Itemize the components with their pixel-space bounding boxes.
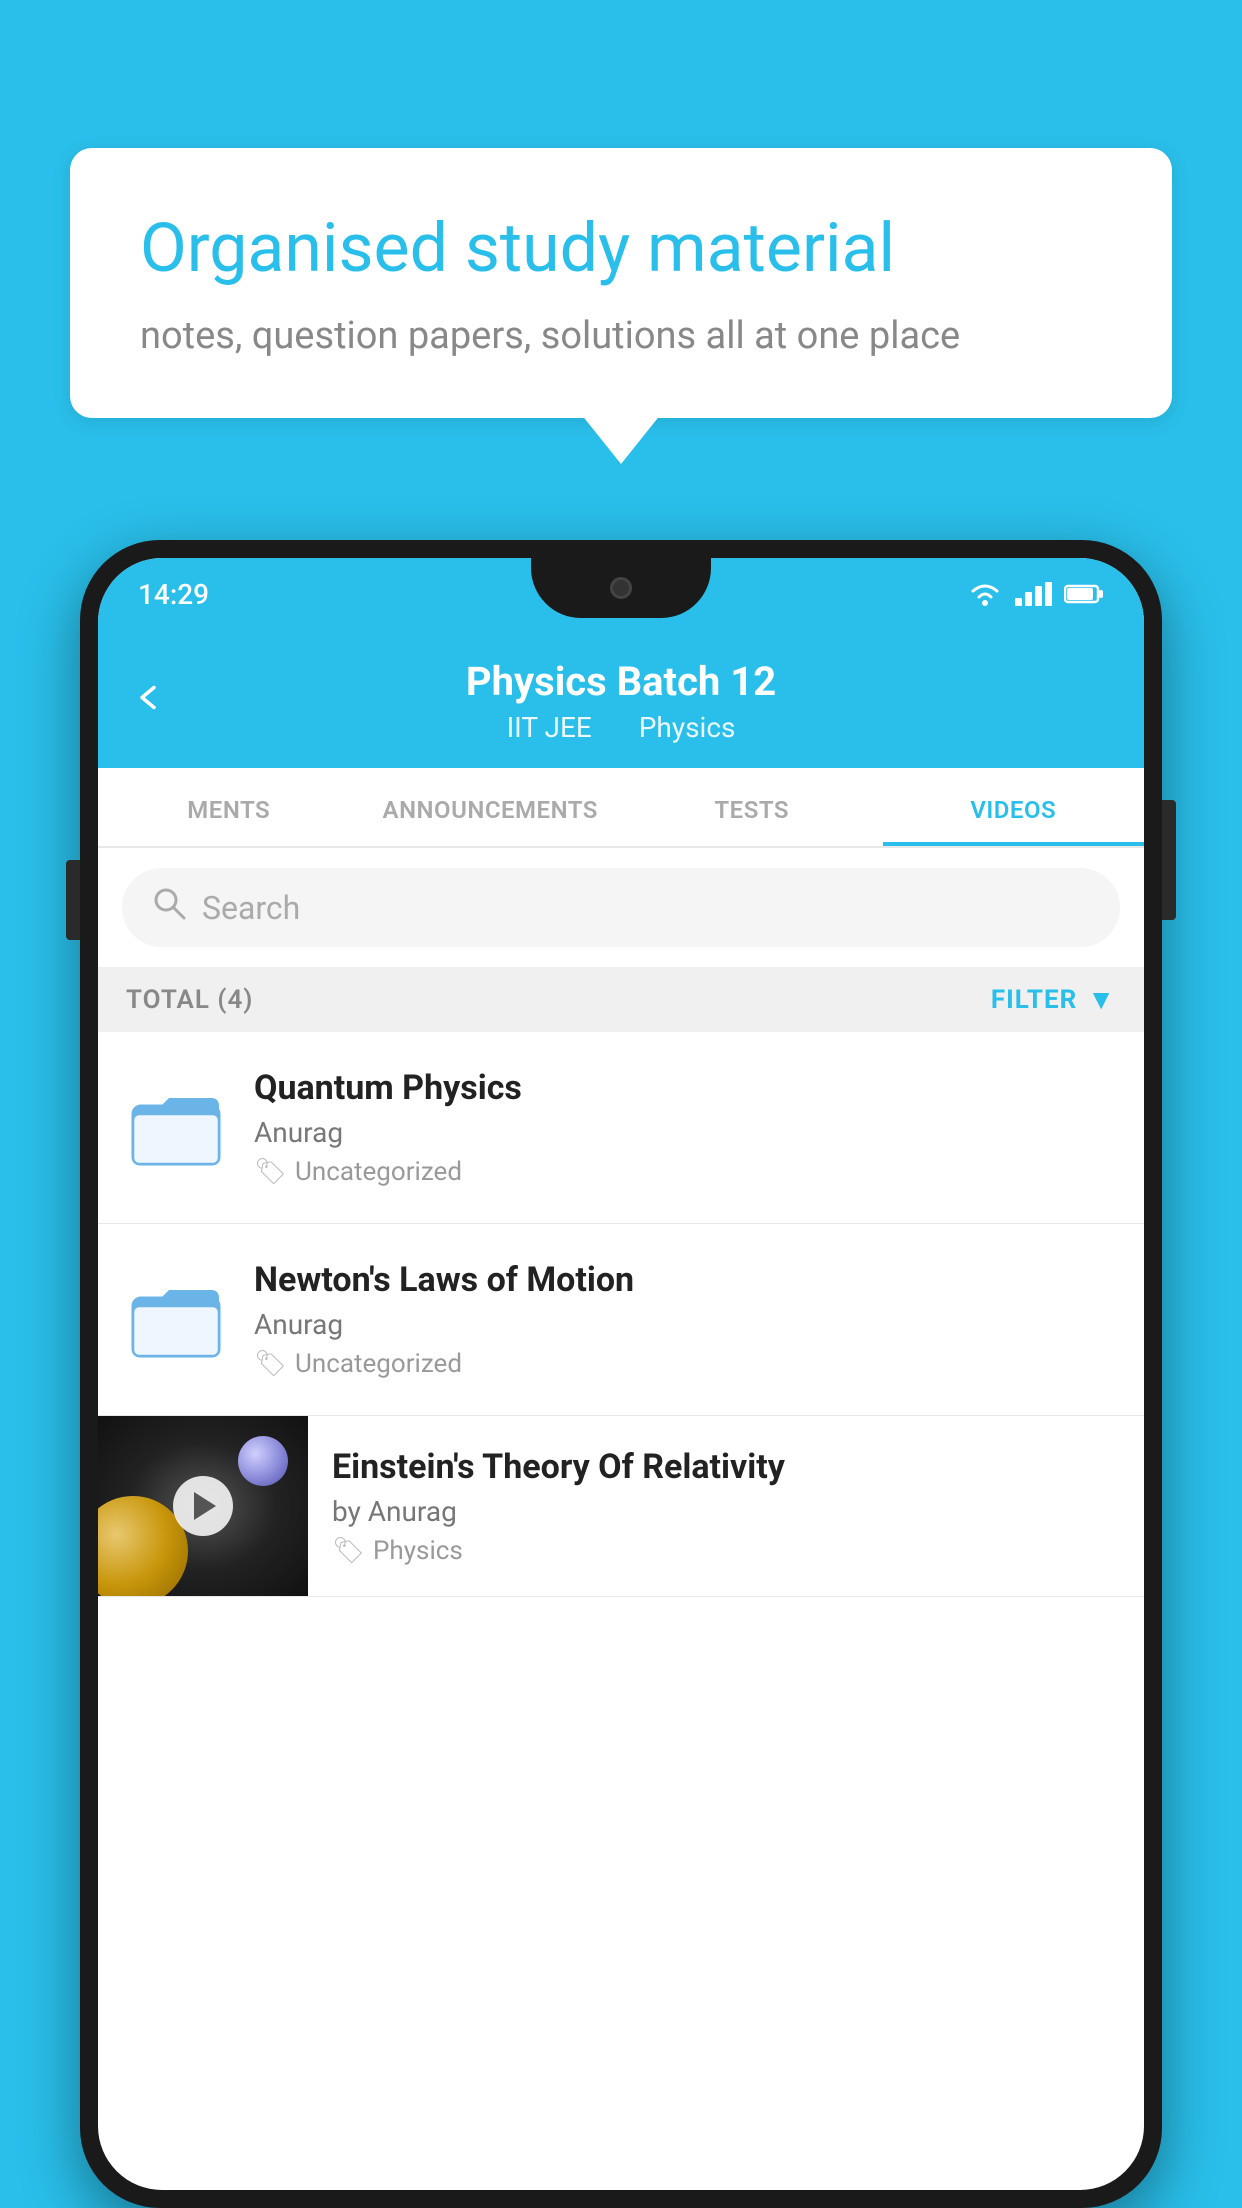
app-title: Physics Batch 12 (138, 658, 1104, 705)
filter-bar: TOTAL (4) FILTER ▼ (98, 967, 1144, 1032)
filter-label: FILTER (991, 985, 1077, 1015)
folder-icon-2 (126, 1270, 226, 1370)
planet-small (238, 1436, 288, 1486)
video-title-3: Einstein's Theory Of Relativity (332, 1447, 1120, 1487)
subtitle-part-1: IIT JEE (507, 711, 592, 744)
notch (531, 558, 711, 618)
list-item[interactable]: Newton's Laws of Motion Anurag 🏷 Uncateg… (98, 1224, 1144, 1416)
tag-icon-3: 🏷 (332, 1536, 365, 1566)
subtitle-part-2: Physics (639, 711, 736, 744)
phone-outer-shell: 14:29 (80, 540, 1162, 2208)
video-tag-label-3: Physics (373, 1536, 463, 1566)
phone-mockup-container: 14:29 (80, 540, 1162, 2208)
video-tag-2: 🏷 Uncategorized (254, 1349, 1116, 1379)
list-item[interactable]: Einstein's Theory Of Relativity by Anura… (98, 1416, 1144, 1597)
tabs-bar: MENTS ANNOUNCEMENTS TESTS VIDEOS (98, 768, 1144, 848)
speech-bubble-subtitle: notes, question papers, solutions all at… (140, 314, 1102, 358)
play-triangle-icon (194, 1492, 216, 1520)
folder-icon (126, 1078, 226, 1178)
video-author-3: by Anurag (332, 1495, 1120, 1528)
video-info-2: Newton's Laws of Motion Anurag 🏷 Uncateg… (254, 1260, 1116, 1379)
search-input[interactable]: Search (202, 889, 300, 927)
app-subtitle: IIT JEE Physics (138, 711, 1104, 744)
app-header: Physics Batch 12 IIT JEE Physics (98, 630, 1144, 768)
filter-button[interactable]: FILTER ▼ (991, 983, 1116, 1016)
filter-funnel-icon: ▼ (1087, 983, 1116, 1016)
tag-icon-2: 🏷 (254, 1349, 287, 1379)
video-tag-1: 🏷 Uncategorized (254, 1157, 1116, 1187)
status-bar: 14:29 (98, 558, 1144, 630)
phone-inner-screen: 14:29 (98, 558, 1144, 2190)
video-thumbnail-3 (98, 1416, 308, 1596)
video-author-1: Anurag (254, 1116, 1116, 1149)
list-item[interactable]: Quantum Physics Anurag 🏷 Uncategorized (98, 1032, 1144, 1224)
total-count: TOTAL (4) (126, 985, 253, 1015)
tag-icon-1: 🏷 (254, 1157, 287, 1187)
video-list: Quantum Physics Anurag 🏷 Uncategorized (98, 1032, 1144, 1597)
play-button[interactable] (173, 1476, 233, 1536)
battery-icon (1064, 583, 1104, 605)
speech-bubble-title: Organised study material (140, 208, 1102, 290)
video-tag-3: 🏷 Physics (332, 1536, 1120, 1566)
video-info-3: Einstein's Theory Of Relativity by Anura… (308, 1419, 1144, 1594)
video-info-1: Quantum Physics Anurag 🏷 Uncategorized (254, 1068, 1116, 1187)
video-tag-label-2: Uncategorized (295, 1349, 462, 1379)
tab-videos[interactable]: VIDEOS (883, 768, 1145, 846)
signal-icon (1015, 582, 1052, 606)
tab-tests[interactable]: TESTS (621, 768, 883, 846)
search-bar[interactable]: Search (122, 868, 1120, 947)
status-time: 14:29 (138, 578, 209, 611)
video-title-1: Quantum Physics (254, 1068, 1116, 1108)
video-title-2: Newton's Laws of Motion (254, 1260, 1116, 1300)
status-icons (967, 581, 1104, 607)
speech-bubble-container: Organised study material notes, question… (70, 148, 1172, 418)
tab-ments[interactable]: MENTS (98, 768, 360, 846)
search-icon (152, 886, 186, 929)
video-tag-label-1: Uncategorized (295, 1157, 462, 1187)
wifi-icon (967, 581, 1003, 607)
video-author-2: Anurag (254, 1308, 1116, 1341)
speech-bubble: Organised study material notes, question… (70, 148, 1172, 418)
tab-announcements[interactable]: ANNOUNCEMENTS (360, 768, 622, 846)
back-button[interactable] (134, 676, 164, 723)
notch-camera (610, 577, 632, 599)
